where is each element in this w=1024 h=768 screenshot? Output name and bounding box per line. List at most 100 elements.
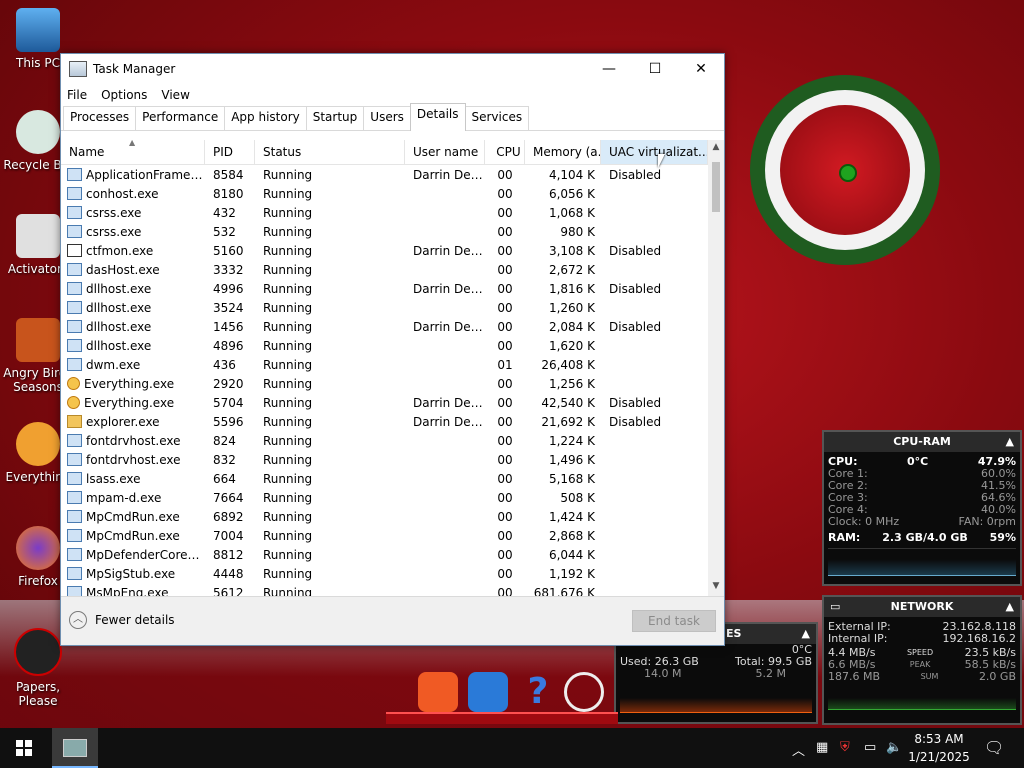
bottom-bar: ︿ Fewer details End task xyxy=(61,596,724,645)
chevron-up-icon[interactable]: ︿ xyxy=(792,740,805,759)
drive-icon[interactable]: ▦ xyxy=(816,740,828,755)
column-header-cpu[interactable]: CPU xyxy=(485,140,525,164)
process-status: Running xyxy=(263,395,313,410)
volume-icon[interactable]: 🔈 xyxy=(886,740,902,755)
vertical-scrollbar[interactable]: ▲ ▼ xyxy=(708,140,724,597)
process-name-text: ctfmon.exe xyxy=(86,243,154,258)
tab-details[interactable]: Details xyxy=(409,103,466,131)
process-user: Darrin DeY... xyxy=(413,243,485,258)
table-row[interactable]: ApplicationFrameHo... 8584 Running Darrin D… xyxy=(61,165,708,184)
process-pid: 8584 xyxy=(213,167,244,182)
process-name-text: dllhost.exe xyxy=(86,319,152,334)
maximize-button[interactable]: ☐ xyxy=(632,54,678,84)
security-icon[interactable]: ⛨ xyxy=(840,740,850,755)
process-icon xyxy=(67,472,82,485)
process-memory: 1,496 K xyxy=(548,452,595,467)
column-header-status[interactable]: Status xyxy=(255,140,405,164)
process-uac: Disabled xyxy=(609,167,662,182)
table-row[interactable]: dllhost.exe 3524 Running 00 1,260 K xyxy=(61,298,708,317)
table-row[interactable]: MsMpEng.exe 5612 Running 00 681,676 K xyxy=(61,583,708,597)
column-header-user-name[interactable]: User name xyxy=(405,140,485,164)
clock-speed: Clock: 0 MHz xyxy=(828,515,900,528)
tab-services[interactable]: Services xyxy=(464,106,530,130)
table-row[interactable]: MpSigStub.exe 4448 Running 00 1,192 K xyxy=(61,564,708,583)
table-row[interactable]: Everything.exe 2920 Running 00 1,256 K xyxy=(61,374,708,393)
process-pid: 6892 xyxy=(213,509,244,524)
process-name: mpam-d.exe xyxy=(61,491,205,505)
process-name-text: dwm.exe xyxy=(86,357,141,372)
menu-file[interactable]: File xyxy=(67,88,87,102)
tab-users[interactable]: Users xyxy=(363,106,411,130)
scrollbar-thumb[interactable] xyxy=(712,162,720,212)
process-pid: 832 xyxy=(213,452,236,467)
collapse-icon[interactable]: ▲ xyxy=(1006,432,1014,452)
folder-icon xyxy=(16,214,60,258)
table-row[interactable]: dllhost.exe 4896 Running 00 1,620 K xyxy=(61,336,708,355)
end-task-button[interactable]: End task xyxy=(632,610,716,632)
network-icon[interactable]: ▭ xyxy=(864,740,876,755)
tab-processes[interactable]: Processes xyxy=(63,106,137,130)
table-row[interactable]: csrss.exe 532 Running 00 980 K xyxy=(61,222,708,241)
menu-view[interactable]: View xyxy=(161,88,189,102)
tab-performance[interactable]: Performance xyxy=(135,106,226,130)
collapse-icon[interactable]: ▲ xyxy=(1006,597,1014,617)
menu-options[interactable]: Options xyxy=(101,88,147,102)
process-status: Running xyxy=(263,243,313,258)
table-row[interactable]: dllhost.exe 1456 Running Darrin DeY... 00 2,0… xyxy=(61,317,708,336)
column-header-pid[interactable]: PID xyxy=(205,140,255,164)
sum-label: SUM xyxy=(920,672,939,681)
wise-icon[interactable] xyxy=(468,672,508,712)
windows-icon xyxy=(16,740,32,756)
table-row[interactable]: Everything.exe 5704 Running Darrin DeY... 00… xyxy=(61,393,708,412)
fewer-details-button[interactable]: ︿ Fewer details xyxy=(69,611,175,629)
minimize-button[interactable]: — xyxy=(586,54,632,84)
title-bar[interactable]: Task Manager — ☐ ✕ xyxy=(61,54,724,84)
process-pid: 532 xyxy=(213,224,236,239)
process-cpu: 00 xyxy=(497,490,513,505)
table-row[interactable]: dwm.exe 436 Running 01 26,408 K xyxy=(61,355,708,374)
table-row[interactable]: conhost.exe 8180 Running 00 6,056 K xyxy=(61,184,708,203)
brave-icon[interactable] xyxy=(418,672,458,712)
table-row[interactable]: dllhost.exe 4996 Running Darrin DeY... 00 1,8… xyxy=(61,279,708,298)
sync-icon[interactable] xyxy=(564,672,604,712)
close-button[interactable]: ✕ xyxy=(678,54,724,84)
process-icon xyxy=(67,168,82,181)
tab-app-history[interactable]: App history xyxy=(224,106,307,130)
table-row[interactable]: explorer.exe 5596 Running Darrin DeY... 00 21… xyxy=(61,412,708,431)
column-header-memory[interactable]: Memory (a... xyxy=(525,140,601,164)
process-uac: Disabled xyxy=(609,414,662,429)
process-name-text: Everything.exe xyxy=(84,395,175,410)
process-cpu: 01 xyxy=(497,357,513,372)
process-status: Running xyxy=(263,566,313,581)
table-row[interactable]: MpCmdRun.exe 7004 Running 00 2,868 K xyxy=(61,526,708,545)
table-row[interactable]: dasHost.exe 3332 Running 00 2,672 K xyxy=(61,260,708,279)
ram-label: RAM: xyxy=(828,531,861,544)
process-icon xyxy=(67,510,82,523)
collapse-icon[interactable]: ▲ xyxy=(802,624,810,644)
process-icon xyxy=(67,377,80,390)
taskbar-task-manager[interactable] xyxy=(52,728,98,768)
start-button[interactable] xyxy=(0,728,48,768)
column-header-uac-virtualization[interactable]: UAC virtualizat... xyxy=(601,140,708,164)
fan-speed: FAN: 0rpm xyxy=(958,515,1017,528)
table-row[interactable]: fontdrvhost.exe 832 Running 00 1,496 K xyxy=(61,450,708,469)
taskbar-clock[interactable]: 8:53 AM 1/21/2025 xyxy=(904,730,974,766)
table-row[interactable]: mpam-d.exe 7664 Running 00 508 K xyxy=(61,488,708,507)
table-row[interactable]: fontdrvhost.exe 824 Running 00 1,224 K xyxy=(61,431,708,450)
process-user: Darrin DeY... xyxy=(413,281,485,296)
process-user: Darrin DeY... xyxy=(413,319,485,334)
process-status: Running xyxy=(263,357,313,372)
process-name-text: explorer.exe xyxy=(86,414,160,429)
scroll-down-icon[interactable]: ▼ xyxy=(708,581,724,595)
table-row[interactable]: ctfmon.exe 5160 Running Darrin DeY... 00 3,10… xyxy=(61,241,708,260)
table-row[interactable]: MpCmdRun.exe 6892 Running 00 1,424 K xyxy=(61,507,708,526)
table-row[interactable]: csrss.exe 432 Running 00 1,068 K xyxy=(61,203,708,222)
table-row[interactable]: lsass.exe 664 Running 00 5,168 K xyxy=(61,469,708,488)
window-title: Task Manager xyxy=(93,62,176,76)
scroll-up-icon[interactable]: ▲ xyxy=(708,142,724,156)
process-name: csrss.exe xyxy=(61,206,205,220)
table-row[interactable]: MpDefenderCoreSer... 8812 Running 00 6,044 K xyxy=(61,545,708,564)
tab-startup[interactable]: Startup xyxy=(305,106,365,130)
notification-icon[interactable]: 🗨 xyxy=(984,738,1004,757)
help-icon[interactable]: ? xyxy=(518,672,558,712)
